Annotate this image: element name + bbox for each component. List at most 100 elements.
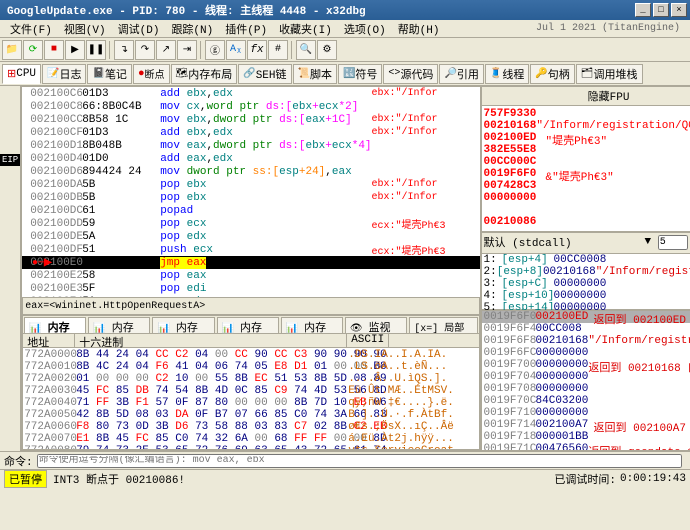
register-row[interactable]: 002100ED"堤壳Ph€3" xyxy=(484,132,690,144)
col-addr[interactable]: 地址 xyxy=(23,334,75,347)
disassembly-panel[interactable]: 002100C601D3add ebx,edxebx:"/Infor002100… xyxy=(21,86,480,451)
watch-tab[interactable]: 👁 监视 1 xyxy=(345,317,407,333)
hex-row[interactable]: 772A002001 00 00 00 C2 10 00 55 8B EC 51… xyxy=(24,373,477,385)
run-icon[interactable]: ▶ xyxy=(65,40,85,60)
tool-fx[interactable]: fx xyxy=(247,40,267,60)
register-row[interactable]: 00210086 xyxy=(484,216,690,228)
tab-script[interactable]: 📜 脚本 xyxy=(293,64,337,84)
locals-tab[interactable]: [x=] 局部变 xyxy=(409,317,477,333)
col-hex[interactable]: 十六进制 xyxy=(75,334,347,347)
disasm-row[interactable]: 002100D401D0add eax,edx xyxy=(22,152,479,165)
stepover-icon[interactable]: ↷ xyxy=(135,40,155,60)
hex-row[interactable]: 772A004071 FF 3B F1 57 0F 87 80 00 00 00… xyxy=(24,397,477,409)
tab-seh[interactable]: 🔗 SEH链 xyxy=(238,64,291,84)
stepinto-icon[interactable]: ↴ xyxy=(114,40,134,60)
close-button[interactable]: × xyxy=(671,3,687,17)
disasm-row[interactable]: 002100C601D3add ebx,edxebx:"/Infor xyxy=(22,87,479,100)
hex-row[interactable]: 772A003045 FC 85 DB 74 54 8B 4D 0C 85 C9… xyxy=(24,385,477,397)
stack-row[interactable]: 0019F718000001BB xyxy=(482,431,690,443)
menu-trace[interactable]: 跟踪(N) xyxy=(165,21,219,37)
disasm-row[interactable]: 002100DA5Bpop ebxebx:"/Infor xyxy=(22,178,479,191)
disasm-row[interactable]: ●─▶002100E0FFE0jmp eax xyxy=(22,256,479,269)
register-row[interactable]: 757F9330 xyxy=(484,108,690,120)
pause-icon[interactable]: ❚❚ xyxy=(86,40,106,60)
fpu-toggle[interactable]: 隐藏FPU xyxy=(482,87,690,106)
disasm-row[interactable]: 002100D6894424 24mov dword ptr ss:[esp+2… xyxy=(22,165,479,178)
registers-panel[interactable]: 隐藏FPU 757F933000210168"/Inform/registrat… xyxy=(481,86,690,232)
hex-row[interactable]: 772A008079 74 73 2E 53 65 72 76 69 63 65… xyxy=(24,445,477,449)
tool-ax[interactable]: Aᵪ xyxy=(226,40,246,60)
disasm-row[interactable]: 002100DB5Bpop ebxebx:"/Infor xyxy=(22,191,479,204)
stack-row[interactable]: 0019F714002100A7返回到 002100A7 自 ??? xyxy=(482,419,690,431)
restart-icon[interactable]: ⟳ xyxy=(23,40,43,60)
disasm-row[interactable]: 002100DF51push ecxecx:"堤壳Ph€3 xyxy=(22,243,479,256)
register-row[interactable]: 00210168"/Inform/registration/Q0FNEMDCNR… xyxy=(484,120,690,132)
menu-debug[interactable]: 调试(D) xyxy=(112,21,166,37)
open-icon[interactable]: 📁 xyxy=(2,40,22,60)
hex-row[interactable]: 772A0060F8 80 73 0D 3B D6 73 58 88 03 83… xyxy=(24,421,477,433)
register-row[interactable]: 00000000 xyxy=(484,192,690,204)
stack-row[interactable]: 0019F70C84C03200 xyxy=(482,395,690,407)
tool-hash[interactable]: # xyxy=(268,40,288,60)
tab-cpu[interactable]: ⊞ CPU xyxy=(2,64,41,84)
tab-sym[interactable]: 🔣 符号 xyxy=(338,64,382,84)
arg-row[interactable]: 4:[esp+10]00000000 xyxy=(482,290,690,302)
register-row[interactable]: 00CC000C xyxy=(484,156,690,168)
col-ascii[interactable]: ASCII xyxy=(347,334,389,347)
hex-row[interactable]: 772A00108B 4C 24 04 F6 41 04 06 74 05 E8… xyxy=(24,361,477,373)
disasm-row[interactable]: 002100DD59pop ecxecx:"堤壳Ph€3 xyxy=(22,217,479,230)
tab-mem[interactable]: 🗺 内存布局 xyxy=(171,64,238,84)
minimize-button[interactable]: _ xyxy=(635,3,651,17)
register-row[interactable]: 0019F6F0&"堤壳Ph€3" xyxy=(484,168,690,180)
tab-notes[interactable]: 📓 笔记 xyxy=(87,64,131,84)
dump-tab-1[interactable]: 📊 内存 1 xyxy=(24,317,86,333)
hex-dump[interactable]: 772A00008B 44 24 04 CC C2 04 00 CC 90 CC… xyxy=(23,348,478,449)
stack-row[interactable]: 0019F6F400CC008 xyxy=(482,323,690,335)
hex-row[interactable]: 772A005042 8B 5D 08 03 DA 0F B7 07 66 85… xyxy=(24,409,477,421)
stack-row[interactable]: 0019F70400000000 xyxy=(482,371,690,383)
register-row[interactable] xyxy=(484,204,690,216)
tab-log[interactable]: 📝 日志 xyxy=(42,64,86,84)
maximize-button[interactable]: □ xyxy=(653,3,669,17)
disasm-row[interactable]: 002100D18B048Bmov eax,dword ptr ds:[ebx+… xyxy=(22,139,479,152)
dump-tab-4[interactable]: 📊 内存 4 xyxy=(217,317,279,333)
hex-row[interactable]: 772A0070E1 8B 45 FC 85 C0 74 32 6A 00 68… xyxy=(24,433,477,445)
stepn-icon[interactable]: ⇥ xyxy=(177,40,197,60)
arg-row[interactable]: 2:[esp+8]00210168 "/Inform/registration/… xyxy=(482,266,690,278)
disasm-row[interactable]: 002100CC8B58 1Cmov ebx,dword ptr ds:[eax… xyxy=(22,113,479,126)
disasm-row[interactable]: 002100E258pop eax xyxy=(22,269,479,282)
tab-ref[interactable]: 🔎 引用 xyxy=(439,64,483,84)
menu-fav[interactable]: 收藏夹(I) xyxy=(273,21,338,37)
tab-handle[interactable]: 🔑 句柄 xyxy=(530,64,574,84)
tool-s[interactable]: 🔍 xyxy=(296,40,316,60)
tool-g[interactable]: ⓖ xyxy=(205,40,225,60)
stack-row[interactable]: 0019F6F800210168"/Inform/registration/Q0… xyxy=(482,335,690,347)
stack-row[interactable]: 0019F71C00476560返回到 goopdate.100011C1 自 … xyxy=(482,443,690,452)
tab-callstack[interactable]: 🗂 调用堆栈 xyxy=(576,64,643,84)
disasm-row[interactable]: 002100E35Fpop edi xyxy=(22,282,479,295)
arg-row[interactable]: 1:[esp+4]00CC0008 xyxy=(482,254,690,266)
tab-bp[interactable]: ● 断点 xyxy=(133,64,170,84)
dump-tab-5[interactable]: 📊 内存 5 xyxy=(281,317,343,333)
argcount-input[interactable] xyxy=(658,235,688,250)
disasm-row[interactable]: 002100C866:8B0C4Bmov cx,word ptr ds:[ebx… xyxy=(22,100,479,113)
stepout-icon[interactable]: ↗ xyxy=(156,40,176,60)
menu-view[interactable]: 视图(V) xyxy=(58,21,112,37)
arg-row[interactable]: 3:[esp+C]00000000 xyxy=(482,278,690,290)
stack-row[interactable]: 0019F6FC00000000 xyxy=(482,347,690,359)
dump-tab-3[interactable]: 📊 内存 3 xyxy=(152,317,214,333)
stack-row[interactable]: 0019F71000000000 xyxy=(482,407,690,419)
hex-row[interactable]: 772A00008B 44 24 04 CC C2 04 00 CC 90 CC… xyxy=(24,349,477,361)
tab-thr[interactable]: 🧵 线程 xyxy=(485,64,529,84)
stop-icon[interactable]: ■ xyxy=(44,40,64,60)
stack-panel[interactable]: 0019F6F0002100ED返回到 002100ED 自 ???0019F6… xyxy=(481,310,690,452)
menu-options[interactable]: 选项(O) xyxy=(338,21,392,37)
menu-plugins[interactable]: 插件(P) xyxy=(219,21,273,37)
dump-tab-2[interactable]: 📊 内存 2 xyxy=(88,317,150,333)
menu-help[interactable]: 帮助(H) xyxy=(392,21,446,37)
stack-row[interactable]: 0019F70800000000 xyxy=(482,383,690,395)
tab-src[interactable]: <> 源代码 xyxy=(383,64,438,84)
menu-file[interactable]: 文件(F) xyxy=(4,21,58,37)
command-input[interactable] xyxy=(37,454,682,468)
stack-row[interactable]: 0019F6F0002100ED返回到 002100ED 自 ??? xyxy=(482,311,690,323)
